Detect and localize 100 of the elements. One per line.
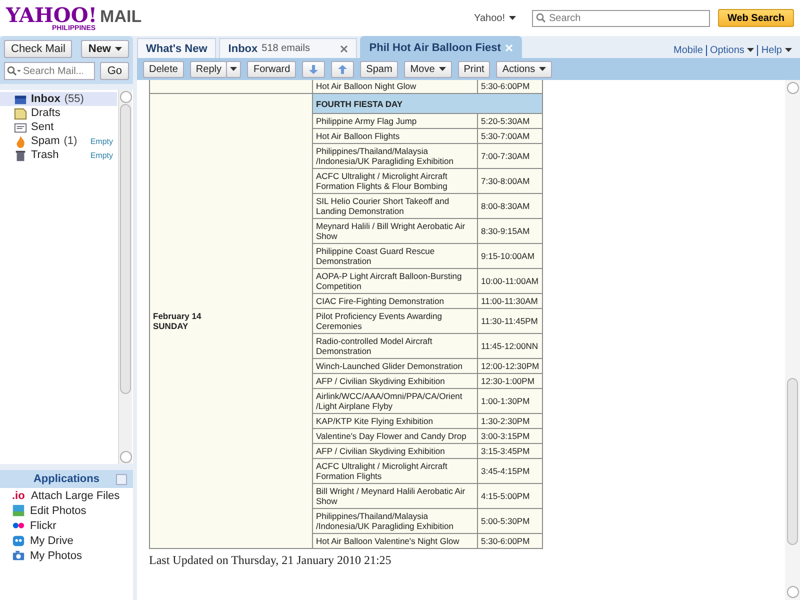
folder-name: Spam [31,135,60,147]
up-arrow-icon [337,64,348,74]
search-scope-dropdown[interactable]: Yahoo! [468,12,522,24]
time-cell: 5:20-5:30AM [478,114,543,128]
dropdown-button[interactable] [226,60,242,78]
application-item[interactable]: Flickr [0,518,133,533]
toolbar-button[interactable]: Print [458,60,490,78]
folder-item[interactable]: Inbox (55) [0,92,117,106]
event-cell: KAP/KTP Kite Flying Exhibition [312,414,478,428]
tab-label: What's New [146,42,208,54]
event-cell: Valentine's Day Flower and Candy Drop [312,428,478,444]
scrollbar[interactable] [118,90,132,464]
toolbar-button[interactable]: Spam [360,60,398,78]
application-label: Attach Large Files [31,490,120,502]
close-icon[interactable] [340,44,348,52]
mail-tab[interactable]: Inbox 518 emails [219,38,358,58]
event-cell: Winch-Launched Glider Demonstration [312,358,478,374]
time-cell: 11:00-11:30AM [478,294,543,308]
event-cell: AOPA-P Light Aircraft Balloon-Bursting Competition [312,268,478,294]
time-cell: 10:00-11:00AM [478,268,543,294]
time-cell: 3:00-3:15PM [478,428,543,444]
empty-folder-link[interactable]: Empty [90,150,113,160]
time-cell: 1:30-2:30PM [478,414,543,428]
event-cell: Philippine Coast Guard Rescue Demonstration [312,244,478,268]
mail-tab[interactable]: What's New [137,38,216,58]
time-cell: 9:15-10:00AM [478,244,543,268]
folder-item[interactable]: Trash Empty [0,148,117,162]
toolbar-button[interactable]: Forward [247,60,296,78]
time-cell: 3:45-4:15PM [478,458,543,484]
web-search-field[interactable]: Search [532,10,710,26]
event-cell: Philippines/Thailand/Malaysia /Indonesia/UK Paragliding Exhibition [312,508,478,534]
caret-icon [438,67,446,71]
event-cell: Airlink/WCC/AAA/Omni/PPA/CA/Orient /Light Airplane Flyby [312,388,478,414]
folder-name: Sent [31,121,54,133]
event-cell: ACFC Ultralight / Microlight Aircraft Formation Flights [312,458,478,484]
application-item[interactable]: My Drive [0,533,133,548]
mail-search-field[interactable]: Search Mail... [4,62,96,80]
scrollbar[interactable] [785,80,800,600]
search-icon [536,13,546,23]
time-cell: 7:30-8:00AM [478,168,543,194]
event-cell: ACFC Ultralight / Microlight Aircraft Formation Flights & Flour Bombing [312,168,478,194]
search-icon [7,66,21,76]
down-arrow-icon [308,64,320,74]
last-updated-text: Last Updated on Thursday, 21 January 2010 21:25 [149,553,392,568]
event-cell: Philippine Army Flag Jump [312,114,478,128]
empty-folder-link[interactable]: Empty [90,136,113,146]
go-button[interactable]: Go [100,62,129,80]
time-cell: 12:30-1:00PM [478,374,543,388]
event-cell: AFP / Civilian Skydiving Exhibition [312,374,478,388]
time-cell: 5:00-5:30PM [478,508,543,534]
application-label: Flickr [30,520,56,532]
header-link[interactable]: Help [757,44,792,56]
event-cell: Radio-controlled Model Aircraft Demonstration [312,334,478,358]
tab-label: Phil Hot Air Balloon Fiest [369,42,501,54]
camera-icon [12,549,25,562]
sent-icon [14,120,27,134]
mail-tab[interactable]: Phil Hot Air Balloon Fiest [360,36,522,58]
application-item[interactable]: Edit Photos [0,503,133,518]
web-search-button[interactable]: Web Search [718,9,794,27]
folder-name: Drafts [31,107,60,119]
time-cell: 1:00-1:30PM [478,388,543,414]
toolbar-menu-button[interactable]: Actions [496,60,552,78]
folder-item[interactable]: Sent [0,120,117,134]
time-cell: 11:45-12:00NN [478,334,543,358]
mail-search-input[interactable]: Search Mail... [23,66,83,76]
application-label: Edit Photos [30,504,86,516]
check-mail-button[interactable]: Check Mail [4,40,72,58]
application-item[interactable]: My Photos [0,548,133,563]
face-icon [12,534,25,547]
event-cell: Meynard Halili / Bill Wright Aerobatic Air Show [312,218,478,244]
event-cell: Hot Air Balloon Night Glow [312,80,478,94]
toolbar-button[interactable] [331,60,354,78]
event-cell: CIAC Fire-Fighting Demonstration [312,294,478,308]
toolbar-button[interactable]: Delete [143,60,184,78]
time-cell: 5:30-6:00PM [478,80,543,94]
header-link[interactable]: Mobile [673,44,703,56]
tab-label: Inbox [228,42,258,54]
folder-item[interactable]: Drafts [0,106,117,120]
application-label: My Photos [30,550,82,562]
event-cell: Hot Air Balloon Valentine's Night Glow [312,534,478,548]
toolbar-button[interactable] [302,60,326,78]
applications-header: Applications [0,470,133,488]
event-cell: AFP / Civilian Skydiving Exhibition [312,444,478,458]
application-item[interactable]: .io Attach Large Files [0,488,133,503]
unread-count: (55) [64,93,84,105]
folder-name: Trash [31,149,59,161]
caret-icon [230,67,238,71]
toolbar-menu-button[interactable]: Move [404,60,452,78]
toolbar-button[interactable]: Reply [190,60,226,78]
folder-item[interactable]: Spam (1) Empty [0,134,117,148]
header-link[interactable]: Options [706,44,754,56]
folder-name: Inbox [31,93,60,105]
time-cell: 5:30-7:00AM [478,128,543,144]
date-cell: February 14 SUNDAY [150,94,312,548]
time-cell: 8:30-9:15AM [478,218,543,244]
app-logo-text: .io [12,490,26,502]
time-cell: 5:30-6:00PM [478,534,543,548]
event-cell: Pilot Proficiency Events Awarding Ceremonies [312,308,478,334]
new-message-button[interactable]: New [81,40,129,58]
time-cell: 11:30-11:45PM [478,308,543,334]
